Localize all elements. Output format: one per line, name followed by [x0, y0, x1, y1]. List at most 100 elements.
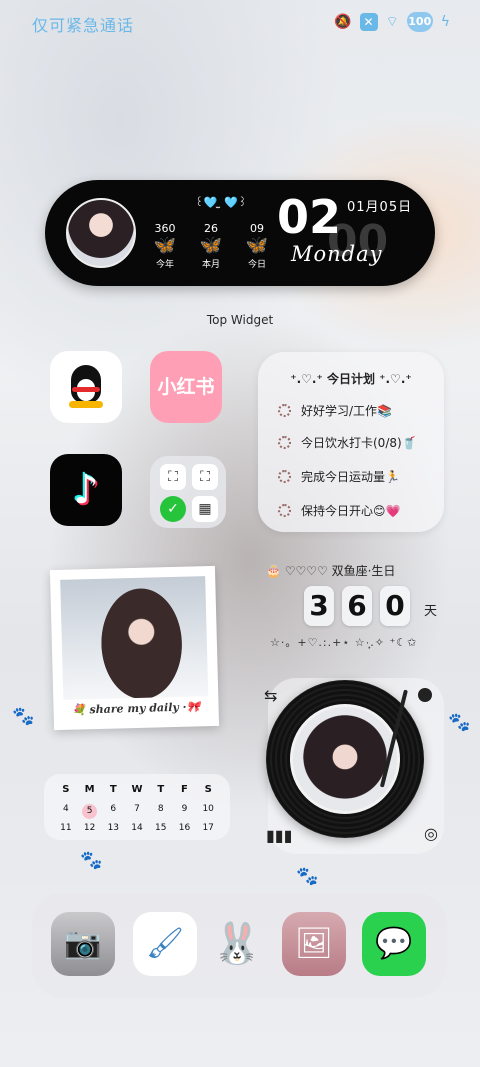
calendar-day: 7: [134, 804, 140, 814]
clock-date: 01月05日: [347, 200, 413, 215]
progress-stats: 360 🦋 今年 26 🦋 本月 09 🦋 今日: [151, 222, 271, 270]
top-widget-caption: Top Widget: [206, 313, 274, 327]
plan-item[interactable]: 今日饮水打卡(0/8)🥤: [278, 434, 417, 451]
scan-icon[interactable]: ⛶: [160, 464, 186, 490]
daily-plan-widget[interactable]: ⁺.♡.⁺ 今日计划 ⁺.♡.⁺ 好好学习/工作📚 今日饮水打卡(0/8)🥤 完…: [258, 352, 444, 532]
status-carrier-text: 仅可紧急通话: [32, 16, 135, 35]
photo-widget[interactable]: 💐 share my daily ·🎀: [49, 565, 220, 731]
pay-scan-icon[interactable]: ⛶: [192, 464, 218, 490]
mute-icon: 🔕: [334, 14, 352, 30]
plan-item-label: 完成今日运动量🏃: [301, 470, 400, 484]
check-icon[interactable]: ✓: [160, 496, 186, 522]
today-marker: 5: [82, 804, 98, 819]
bunny-sticker-icon[interactable]: 🐰: [205, 912, 269, 976]
plan-item-label: 保持今日开心😊💗: [301, 504, 401, 518]
record-cover-image: [290, 704, 400, 814]
paw-print-icon: 🐾: [80, 850, 103, 871]
stat-month: 26 🦋 本月: [197, 222, 225, 270]
plan-item-label: 今日饮水打卡(0/8)🥤: [301, 436, 417, 450]
calendar-day: 16: [178, 823, 191, 833]
xiaohongshu-app-icon[interactable]: 小红书: [150, 351, 222, 423]
sim-x-icon: ✕: [359, 13, 378, 31]
photo-image: [60, 576, 209, 700]
countdown-digit: 6: [342, 586, 372, 626]
checkbox-icon[interactable]: [278, 470, 291, 483]
weekday-label: S: [204, 784, 212, 795]
stat-year: 360 🦋 今年: [151, 222, 179, 270]
countdown-digit: 3: [304, 586, 334, 626]
avatar: [66, 198, 136, 268]
stat-month-label: 本月: [201, 260, 220, 270]
camera-app-icon[interactable]: 📷: [51, 912, 115, 976]
calendar-day: 6: [110, 804, 117, 814]
qr-code-icon[interactable]: ▦: [192, 496, 218, 522]
wechat-app-icon[interactable]: 💬: [362, 912, 426, 976]
qq-app-icon[interactable]: [50, 351, 122, 423]
countdown-title: 🎂 ♡♡♡♡ 双鱼座·生日: [266, 564, 396, 578]
weekday-label: W: [131, 784, 143, 795]
calendar-day: 11: [60, 823, 72, 833]
top-widget[interactable]: ꒰🩵 ̫ 🩵꒱ 360 🦋 今年 26 🦋 本月 09 🦋 今日 00 02 0…: [45, 180, 435, 286]
tonearm-pivot: [418, 688, 432, 702]
checkbox-icon[interactable]: [278, 504, 291, 517]
calendar-day: 17: [202, 823, 214, 833]
stat-day-label: 今日: [247, 260, 266, 270]
calendar-day: 8: [157, 804, 164, 814]
weekday-label: T: [157, 784, 165, 795]
kaomoji-text: ꒰🩵 ̫ 🩵꒱: [195, 196, 247, 209]
battery-icon: 100: [406, 12, 433, 32]
countdown-decoration: ☆·。+♡.:.+⋆ ☆·̩͙.✧ ⁺☾✩: [270, 636, 418, 649]
paw-print-icon: 🐾: [296, 866, 319, 887]
gallery-app-icon[interactable]: 🖼: [282, 912, 346, 976]
plan-item[interactable]: 完成今日运动量🏃: [278, 468, 400, 485]
photo-caption: 💐 share my daily ·🎀: [71, 700, 201, 717]
calendar-day: 9: [181, 804, 188, 814]
calendar-day: 15: [155, 823, 167, 833]
calendar-day: 4: [62, 804, 69, 814]
stat-day: 09 🦋 今日: [243, 222, 271, 270]
weekday-label: T: [109, 784, 117, 795]
theme-brush-app-icon[interactable]: 🖌: [133, 912, 197, 976]
weekday-label: S: [62, 784, 70, 795]
music-disc-icon[interactable]: ◎: [424, 824, 438, 843]
shuffle-icon[interactable]: ⇆: [264, 686, 277, 705]
butterfly-icon: 🦋: [199, 235, 223, 256]
equalizer-icon[interactable]: ▮▮▮: [266, 826, 292, 845]
plan-title: ⁺.♡.⁺ 今日计划 ⁺.♡.⁺: [290, 372, 412, 386]
stat-year-value: 360: [154, 222, 176, 235]
countdown-digit: 0: [380, 586, 410, 626]
calendar-day: 12: [83, 823, 96, 833]
stat-day-value: 09: [250, 222, 264, 235]
calendar-row: 4 5 6 7 8 9 10: [54, 804, 220, 819]
calendar-day-today: 5: [78, 804, 102, 819]
clock-weekday: Monday: [291, 242, 383, 266]
calendar-weekdays: S M T W T F S: [54, 784, 220, 795]
tiktok-app-icon[interactable]: ♪: [50, 454, 122, 526]
calendar-row: 11 12 13 14 15 16 17: [54, 823, 220, 833]
calendar-day: 10: [202, 804, 214, 814]
stat-year-label: 今年: [155, 260, 174, 270]
quick-actions-widget: ⛶ ⛶ ✓ ▦: [150, 456, 226, 528]
xiaohongshu-label: 小红书: [157, 376, 215, 398]
wifi-icon: ⌔: [385, 14, 399, 30]
charging-icon: ϟ: [440, 14, 450, 30]
countdown-unit: 天: [424, 604, 438, 619]
stat-month-value: 26: [204, 222, 218, 235]
status-icons: 🔕 ✕ ⌔ 100 ϟ: [334, 12, 450, 32]
plan-item[interactable]: 保持今日开心😊💗: [278, 502, 400, 519]
paw-print-icon: 🐾: [12, 706, 35, 727]
countdown-digits[interactable]: 3 6 0: [304, 586, 410, 626]
plan-item-label: 好好学习/工作📚: [301, 404, 392, 418]
clock-hour: 02: [277, 190, 342, 244]
checkbox-icon[interactable]: [278, 436, 291, 449]
weekday-label: M: [84, 784, 95, 795]
tiktok-note-icon: ♪: [73, 467, 99, 513]
butterfly-icon: 🦋: [245, 235, 269, 256]
paw-print-icon: 🐾: [448, 712, 471, 733]
calendar-day: 13: [107, 823, 120, 833]
penguin-feet: [69, 401, 103, 408]
penguin-scarf: [72, 387, 100, 392]
checkbox-icon[interactable]: [278, 404, 291, 417]
calendar-widget[interactable]: S M T W T F S 4 5 6 7 8 9 10 11 12 13 14…: [44, 774, 230, 840]
plan-item[interactable]: 好好学习/工作📚: [278, 402, 392, 419]
